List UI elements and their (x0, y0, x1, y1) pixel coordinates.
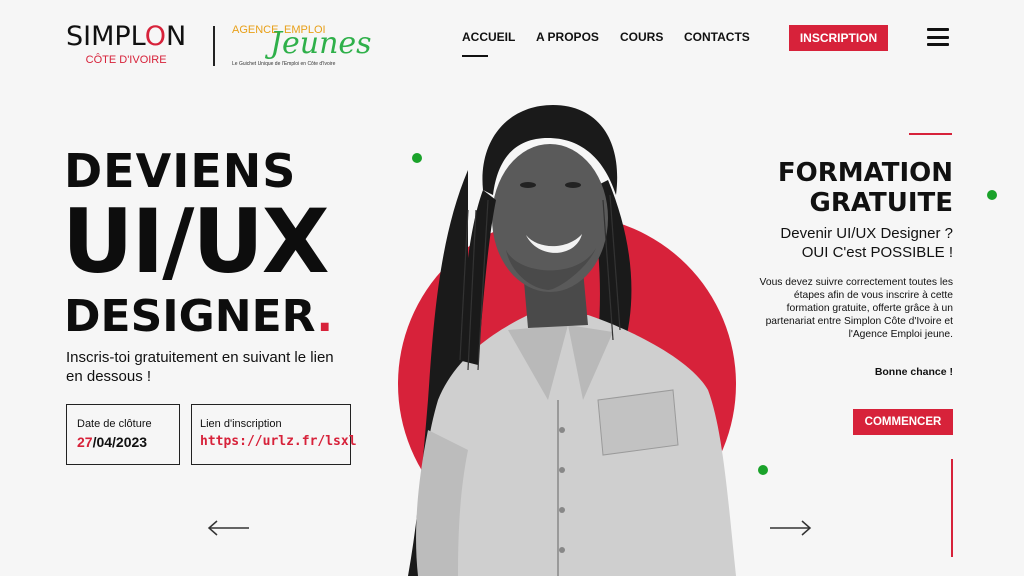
formation-title: FORMATION GRATUITE (777, 158, 953, 218)
nav-accueil[interactable]: ACCUEIL (462, 30, 515, 44)
arrow-left-icon[interactable] (207, 518, 251, 538)
arrow-right-icon[interactable] (768, 518, 812, 538)
hero-title-line3: DESIGNER. (64, 291, 334, 342)
registration-link-label: Lien d'inscription (200, 418, 282, 430)
formation-description: Vous devez suivre correctement toutes le… (759, 277, 953, 340)
commencer-button[interactable]: COMMENCER (853, 409, 953, 435)
decor-dot-green (758, 465, 768, 475)
partner-tagline: Le Guichet Unique de l'Emploi en Côte d'… (232, 61, 336, 67)
simplon-country: CÔTE D'IVOIRE (85, 54, 167, 66)
jeunes-word: Jeunes (270, 26, 372, 61)
closing-date-box: Date de clôture 27/04/2023 (66, 404, 180, 465)
registration-link-box[interactable]: Lien d'inscription https://urlz.fr/lsxl (191, 404, 357, 465)
closing-date-label: Date de clôture (77, 418, 152, 430)
hamburger-icon[interactable] (927, 28, 949, 46)
hero-portrait-image (408, 105, 736, 576)
simplon-logo[interactable]: SIMPLON CÔTE D'IVOIRE (66, 21, 187, 67)
nav-contacts[interactable]: CONTACTS (684, 30, 750, 44)
nav-a-propos[interactable]: A PROPOS (536, 30, 599, 44)
title-accent-dot: . (316, 291, 334, 342)
registration-link-url[interactable]: https://urlz.fr/lsxl (200, 434, 357, 449)
decor-rule-top (909, 133, 952, 135)
logo-divider (213, 26, 215, 66)
agence-emploi-jeunes-logo[interactable]: AGENCE EMPLOI Jeunes Le Guichet Unique d… (232, 20, 372, 70)
hero-subtitle: Inscris-toi gratuitement en suivant le l… (66, 349, 334, 385)
hero-title-line2: UI/UX (62, 190, 330, 293)
nav-cours[interactable]: COURS (620, 30, 663, 44)
decor-rule-side (951, 459, 953, 557)
hero-title-line1: DEVIENS (64, 144, 297, 198)
inscription-button[interactable]: INSCRIPTION (789, 25, 888, 51)
nav-active-underline (462, 55, 488, 57)
simplon-wordmark: SIMPLON (66, 21, 187, 52)
formation-subtitle: Devenir UI/UX Designer ? OUI C'est POSSI… (780, 225, 953, 261)
decor-dot-green (987, 190, 997, 200)
closing-date-value: 27/04/2023 (77, 434, 148, 450)
good-luck-text: Bonne chance ! (874, 366, 953, 378)
